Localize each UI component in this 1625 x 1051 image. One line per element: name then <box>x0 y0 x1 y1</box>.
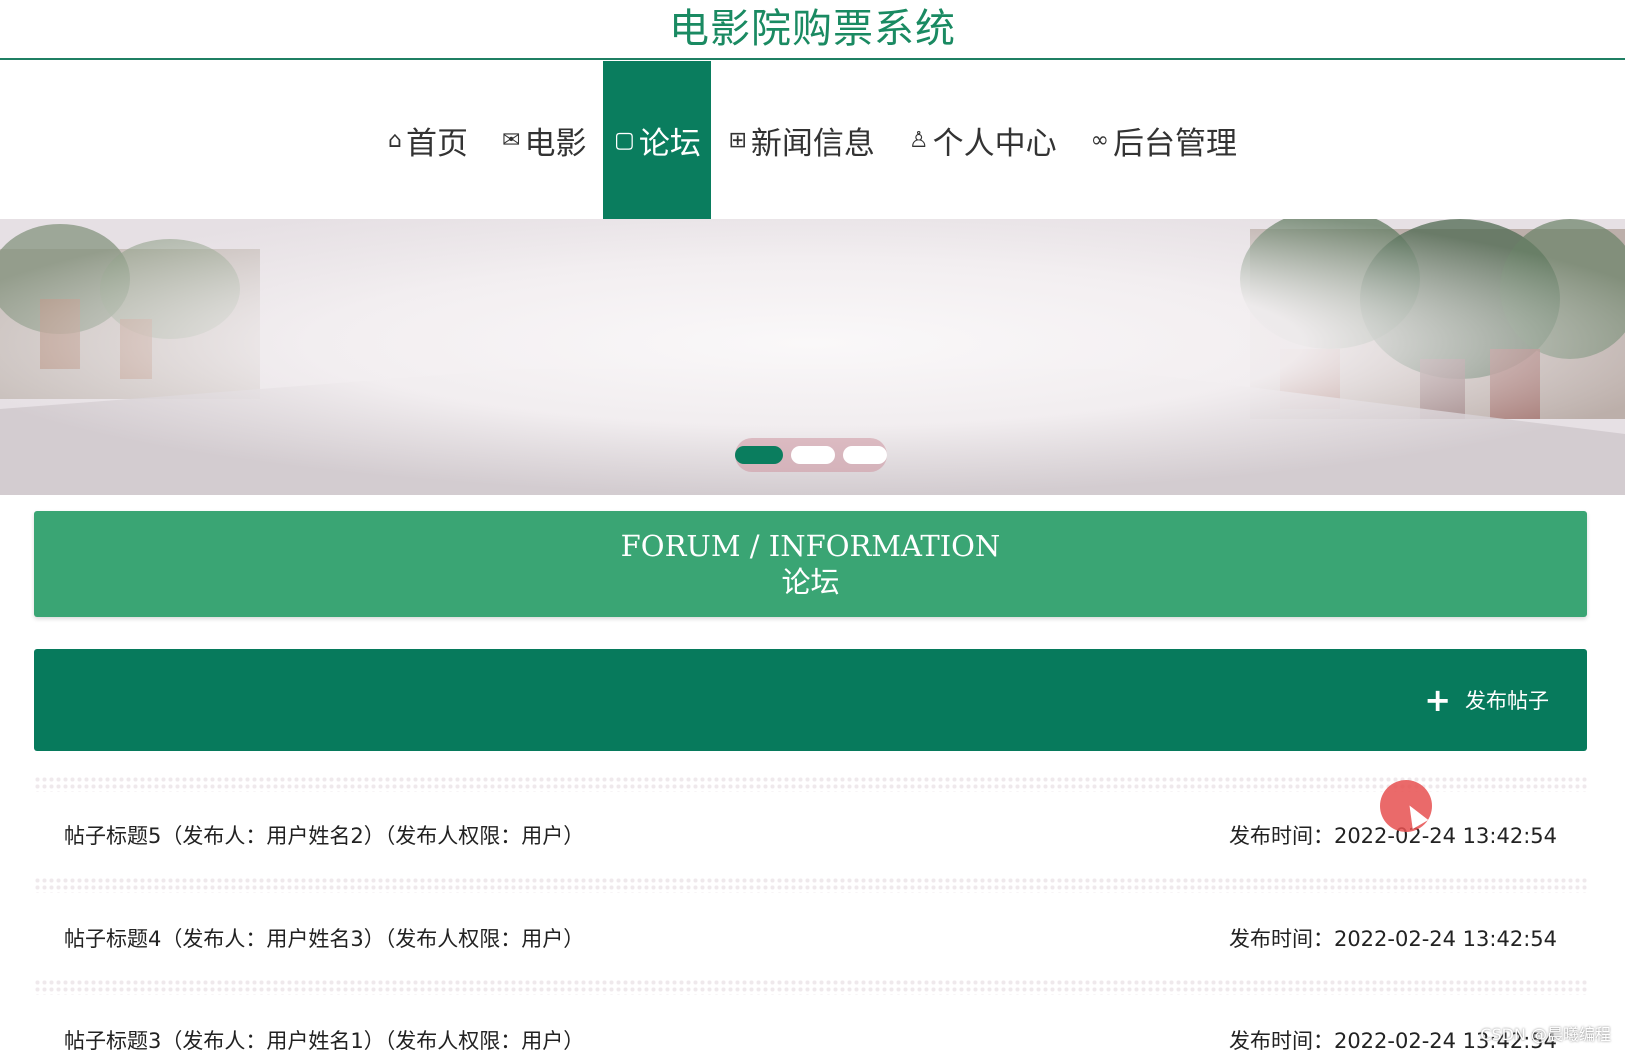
post-row[interactable]: 帖子标题4（发布人：用户姓名3）（发布人权限：用户） 发布时间：2022-02-… <box>64 918 1557 958</box>
nav-item-label: 后台管理 <box>1112 125 1237 162</box>
divider <box>34 776 1587 792</box>
carousel-dot-3[interactable] <box>843 446 887 464</box>
home-icon: ⌂ <box>388 127 403 153</box>
nav-item-home[interactable]: ⌂ 首页 <box>371 61 485 219</box>
nav-item-label: 个人中心 <box>932 125 1057 162</box>
nav-item-label: 论坛 <box>638 125 701 162</box>
carousel-dot-2[interactable] <box>791 446 835 464</box>
link-icon: ∞ <box>1090 127 1109 153</box>
gift-icon: ⊞ <box>728 127 747 153</box>
main-nav: ⌂ 首页 ✉ 电影 ▢ 论坛 ⊞ 新闻信息 ♙ 个人中心 ∞ 后台管理 <box>0 61 1625 219</box>
plus-icon: + <box>1424 681 1451 719</box>
carousel-indicators <box>735 438 887 472</box>
section-title-en: FORUM / INFORMATION <box>620 529 1001 563</box>
post-row[interactable]: 帖子标题3（发布人：用户姓名1）（发布人权限：用户） 发布时间：2022-02-… <box>64 1020 1557 1051</box>
nav-item-label: 首页 <box>406 125 469 162</box>
post-title[interactable]: 帖子标题5（发布人：用户姓名2）（发布人权限：用户） <box>64 820 584 850</box>
forum-toolbar: + 发布帖子 <box>34 649 1587 751</box>
nav-item-news[interactable]: ⊞ 新闻信息 <box>711 61 891 219</box>
post-title[interactable]: 帖子标题4（发布人：用户姓名3）（发布人权限：用户） <box>64 923 584 953</box>
site-title: 电影院购票系统 <box>0 0 1625 60</box>
nav-item-movies[interactable]: ✉ 电影 <box>485 61 603 219</box>
section-title-cn: 论坛 <box>781 565 840 599</box>
nav-item-label: 电影 <box>524 125 587 162</box>
post-time: 发布时间：2022-02-24 13:42:54 <box>1228 927 1557 951</box>
publish-post-label: 发布帖子 <box>1465 689 1549 713</box>
divider <box>34 877 1587 893</box>
user-icon: ♙ <box>908 127 929 153</box>
publish-post-button[interactable]: + 发布帖子 <box>1424 679 1549 721</box>
banner-carousel[interactable] <box>0 219 1625 495</box>
document-icon: ▢ <box>614 127 635 153</box>
post-title[interactable]: 帖子标题3（发布人：用户姓名1）（发布人权限：用户） <box>64 1025 584 1051</box>
nav-item-forum[interactable]: ▢ 论坛 <box>603 61 712 219</box>
mail-icon: ✉ <box>502 127 521 153</box>
carousel-dot-1[interactable] <box>735 446 783 464</box>
nav-item-profile[interactable]: ♙ 个人中心 <box>892 61 1074 219</box>
nav-item-admin[interactable]: ∞ 后台管理 <box>1074 61 1254 219</box>
divider <box>34 979 1587 995</box>
nav-item-label: 新闻信息 <box>750 125 875 162</box>
post-row[interactable]: 帖子标题5（发布人：用户姓名2）（发布人权限：用户） 发布时间：2022-02-… <box>64 815 1557 855</box>
section-header: FORUM / INFORMATION 论坛 <box>34 511 1587 617</box>
watermark: CSDN @晨曦编程 <box>1480 1025 1611 1044</box>
